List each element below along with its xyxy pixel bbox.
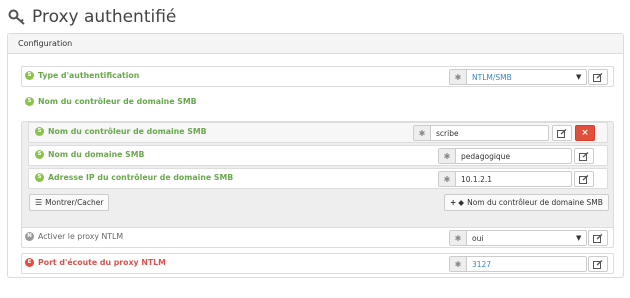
status-badge: S [35, 173, 44, 182]
key-icon [8, 9, 25, 25]
dc-ip-input[interactable]: ✱ 10.1.2.1 [438, 171, 572, 187]
auth-type-label: S Type d'authentification [25, 71, 139, 80]
domain-name-label: S Nom du domaine SMB [35, 150, 144, 159]
caret-down-icon: ▼ [576, 73, 582, 81]
edit-domain-name-button[interactable] [574, 148, 594, 164]
ntlm-proxy-label: N Activer le proxy NTLM [25, 232, 123, 241]
ntlm-proxy-select[interactable]: ✱ oui ▼ [449, 230, 587, 246]
dc-name-group-label: S Nom du contrôleur de domaine SMB [25, 97, 197, 106]
edit-icon [593, 233, 603, 243]
ntlm-proxy-value: oui [472, 233, 484, 243]
required-icon: ✱ [439, 172, 456, 186]
tag-icon: ◆ [458, 198, 465, 207]
dc-name-label: S Nom du contrôleur de domaine SMB [35, 127, 207, 136]
dc-name-input[interactable]: ✱ scribe [413, 125, 549, 141]
edit-icon [579, 151, 589, 161]
list-icon: ☰ [35, 198, 43, 207]
auth-type-select[interactable]: ✱ NTLM/SMB ▼ [449, 69, 587, 85]
required-icon: ✱ [450, 70, 467, 84]
remove-dc-name-button[interactable]: × [575, 125, 595, 141]
edit-proxy-port-button[interactable] [588, 256, 608, 272]
edit-icon [593, 72, 603, 82]
required-icon: ✱ [414, 126, 431, 140]
page-title: Proxy authentifié [8, 6, 176, 28]
status-badge: N [25, 232, 34, 241]
show-hide-button[interactable]: ☰ Montrer/Cacher [29, 194, 110, 211]
dc-name-value: scribe [436, 128, 459, 138]
edit-icon [579, 174, 589, 184]
status-badge: E [25, 258, 34, 267]
caret-down-icon: ▼ [576, 234, 582, 242]
dc-ip-value: 10.1.2.1 [461, 174, 493, 184]
required-icon: ✱ [439, 149, 456, 163]
status-badge: S [25, 71, 34, 80]
edit-dc-name-button[interactable] [552, 125, 572, 141]
panel-header: Configuration [8, 34, 623, 54]
page-title-text: Proxy authentifié [32, 7, 177, 27]
plus-icon: + [450, 198, 457, 207]
proxy-port-label: E Port d'écoute du proxy NTLM [25, 258, 166, 267]
auth-type-value: NTLM/SMB [472, 72, 512, 82]
required-icon: ✱ [450, 257, 467, 271]
domain-name-input[interactable]: ✱ pedagogique [438, 148, 572, 164]
domain-name-value: pedagogique [461, 151, 511, 161]
proxy-port-input[interactable]: ✱ 3127 [449, 256, 587, 272]
status-badge: S [35, 127, 44, 136]
edit-ntlm-proxy-button[interactable] [588, 230, 608, 246]
edit-icon [557, 128, 567, 138]
edit-dc-ip-button[interactable] [574, 171, 594, 187]
status-badge: S [25, 97, 34, 106]
dc-ip-label: S Adresse IP du contrôleur de domaine SM… [35, 173, 233, 182]
edit-icon [593, 259, 603, 269]
required-icon: ✱ [450, 231, 467, 245]
add-dc-button[interactable]: + ◆ Nom du contrôleur de domaine SMB [444, 194, 609, 211]
status-badge: S [35, 150, 44, 159]
configuration-panel: Configuration S Type d'authentification … [7, 33, 624, 278]
edit-auth-type-button[interactable] [588, 69, 608, 85]
proxy-port-value: 3127 [472, 259, 492, 269]
